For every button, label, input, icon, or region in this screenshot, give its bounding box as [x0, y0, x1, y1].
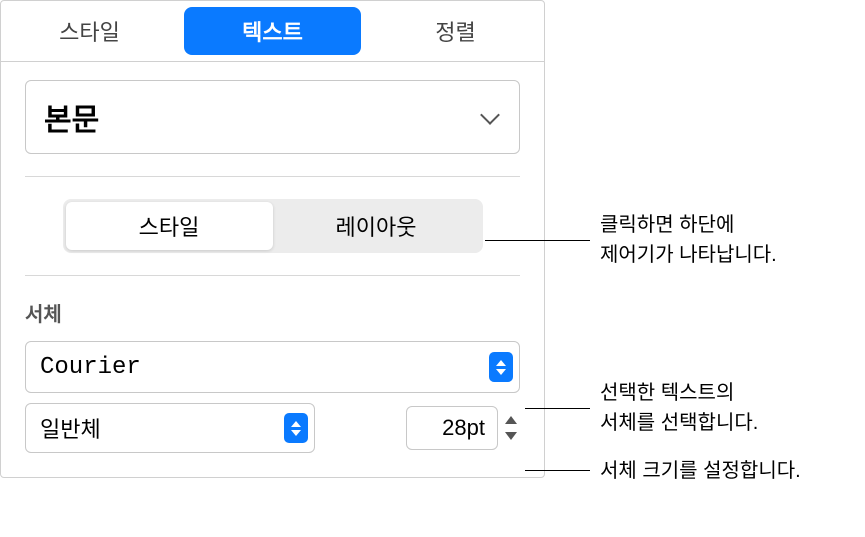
- callout-line: [485, 240, 590, 241]
- font-weight-value: 일반체: [40, 412, 101, 444]
- font-weight-dropdown[interactable]: 일반체: [25, 403, 315, 453]
- segment-style[interactable]: 스타일: [66, 202, 273, 250]
- updown-icon: [284, 413, 308, 443]
- size-step-up[interactable]: [502, 413, 520, 427]
- segment-layout[interactable]: 레이아웃: [273, 202, 480, 250]
- size-step-down[interactable]: [502, 429, 520, 443]
- format-inspector-panel: 스타일 텍스트 정렬 본문 스타일 레이아웃 서체 Courier: [0, 0, 545, 478]
- callout-line: [525, 408, 590, 409]
- callout-line: [525, 470, 590, 471]
- panel-body: 본문 스타일 레이아웃 서체 Courier 일반체: [1, 62, 544, 477]
- paragraph-style-dropdown[interactable]: 본문: [25, 80, 520, 154]
- divider: [25, 176, 520, 177]
- divider: [25, 275, 520, 276]
- callout-size: 서체 크기를 설정합니다.: [600, 456, 801, 486]
- callout-font: 선택한 텍스트의 서체를 선택합니다.: [600, 378, 758, 438]
- tab-text[interactable]: 텍스트: [184, 7, 361, 55]
- tab-align[interactable]: 정렬: [367, 1, 544, 61]
- font-section-label: 서체: [25, 298, 520, 327]
- updown-icon: [489, 352, 513, 382]
- font-family-value: Courier: [40, 354, 141, 381]
- paragraph-style-value: 본문: [44, 95, 99, 139]
- chevron-down-icon: [483, 112, 501, 122]
- font-size-input[interactable]: 28pt: [406, 406, 498, 450]
- font-family-dropdown[interactable]: Courier: [25, 341, 520, 393]
- style-layout-segmented: 스타일 레이아웃: [63, 199, 483, 253]
- font-size-stepper: [502, 406, 520, 450]
- inspector-tabs: 스타일 텍스트 정렬: [1, 1, 544, 62]
- font-size-control: 28pt: [406, 406, 520, 450]
- callout-layout: 클릭하면 하단에 제어기가 나타납니다.: [600, 210, 777, 270]
- tab-style[interactable]: 스타일: [1, 1, 178, 61]
